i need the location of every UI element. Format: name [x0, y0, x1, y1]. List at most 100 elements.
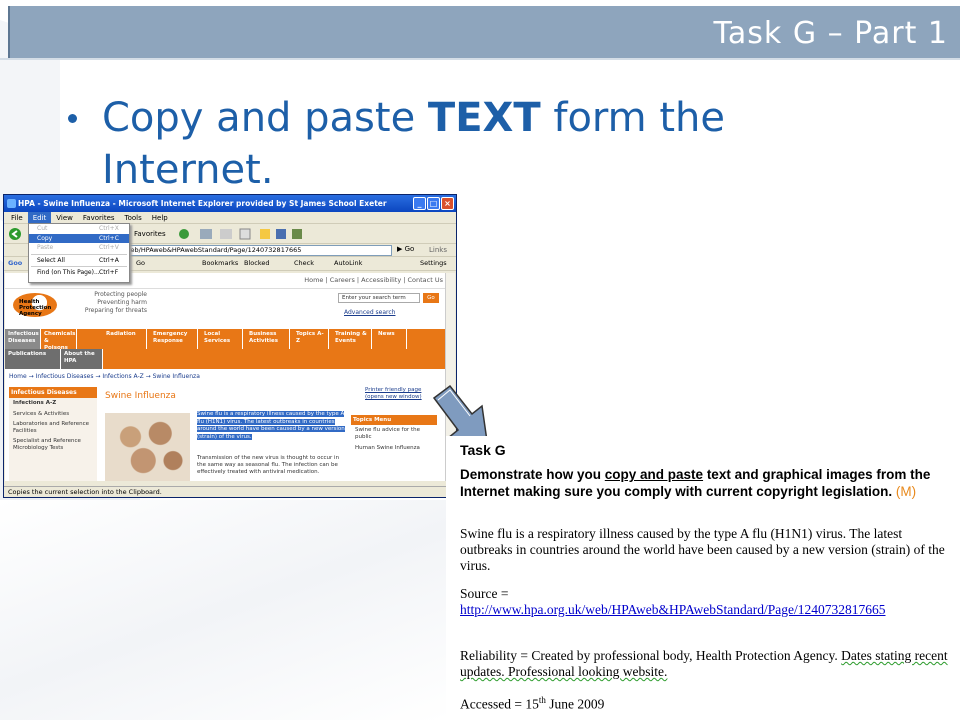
bullet-prefix: Copy and paste [102, 95, 428, 141]
nav-tab-business[interactable]: Business Activities [246, 329, 290, 349]
reliability-text: Reliability = Created by professional bo… [460, 648, 956, 680]
google-blocked[interactable]: Blocked [244, 259, 269, 267]
background-fade [0, 500, 446, 720]
menu-item-paste: Paste Ctrl+V [29, 243, 129, 253]
menu-item-cut: Cut Ctrl+X [29, 224, 129, 234]
accessed-prefix: Accessed = 15 [460, 696, 539, 712]
nav-tab-emergency[interactable]: Emergency Response [150, 329, 198, 349]
google-go[interactable]: Go [136, 259, 145, 267]
menu-item-copy[interactable]: Copy Ctrl+C [29, 233, 129, 243]
slide-title: Task G – Part 1 [713, 16, 948, 51]
menu-edit[interactable]: Edit [27, 212, 52, 223]
source-link[interactable]: http://www.hpa.org.uk/web/HPAweb&HPAwebS… [460, 602, 886, 617]
edit-dropdown-menu: Cut Ctrl+X Copy Ctrl+C Paste Ctrl+V Select … [28, 223, 130, 283]
menu-separator [31, 253, 127, 255]
hpa-right-column: Printer friendly page (opens new window)… [351, 387, 437, 454]
nav-tab-local[interactable]: Local Services [201, 329, 243, 349]
close-button[interactable]: × [441, 197, 454, 210]
paste-label: Paste [37, 244, 54, 251]
select-all-shortcut: Ctrl+A [99, 256, 119, 264]
bullet-text: Copy and paste TEXT form the Internet. [102, 92, 762, 196]
bullet-bold: TEXT [427, 95, 541, 141]
go-label: Go [404, 245, 415, 253]
title-bar-shadow [0, 58, 960, 60]
accessed-suffix: June 2009 [545, 696, 605, 712]
browser-window: HPA - Swine Influenza - Microsoft Intern… [3, 194, 457, 498]
google-check[interactable]: Check [294, 259, 314, 267]
bullet-dot [68, 114, 77, 123]
menu-item-select-all[interactable]: Select All Ctrl+A [29, 256, 129, 266]
links-label[interactable]: Links [429, 246, 447, 254]
nav-tab-topics[interactable]: Topics A-Z [293, 329, 329, 349]
minimize-button[interactable]: _ [413, 197, 426, 210]
marker-m: (M) [895, 484, 917, 499]
browser-status-bar: Copies the current selection into the Cl… [4, 486, 456, 497]
menu-view[interactable]: View [51, 212, 78, 223]
side-item-laboratories[interactable]: Laboratories and Reference Facilities [9, 419, 97, 436]
accessed-text: Accessed = 15th June 2009 [460, 692, 956, 713]
advanced-search-link[interactable]: Advanced search [344, 309, 395, 316]
google-bookmarks[interactable]: Bookmarks [202, 259, 238, 267]
copy-shortcut: Ctrl+C [99, 234, 119, 242]
back-icon[interactable] [8, 227, 22, 241]
maximize-button[interactable]: □ [427, 197, 440, 210]
nav-tab-radiation[interactable]: Radiation [103, 329, 147, 349]
copy-label: Copy [37, 234, 53, 242]
tagline-1: Protecting people [94, 291, 147, 298]
topics-item-human[interactable]: Human Swine Influenza [351, 443, 437, 454]
menu-tools[interactable]: Tools [120, 212, 147, 223]
nav-tab-training[interactable]: Training & Events [332, 329, 372, 349]
menu-item-find[interactable]: Find (on This Page)... Ctrl+F [29, 268, 129, 278]
hpa-search-go-button[interactable]: Go [423, 293, 439, 303]
browser-content: Home | Careers | Accessibility | Contact… [5, 273, 447, 481]
topics-item-advice[interactable]: Swine flu advice for the public [351, 425, 437, 443]
nav-tab-infectious[interactable]: Infectious Diseases [5, 329, 41, 349]
top-links[interactable]: Home | Careers | Accessibility | Contact… [304, 276, 443, 284]
instructions-before: Demonstrate how you [460, 467, 605, 482]
tagline-2: Preventing harm [97, 299, 147, 306]
favorites-label[interactable]: Favorites [134, 230, 166, 238]
side-item-services[interactable]: Services & Activities [9, 409, 97, 420]
side-item-infections[interactable]: Infections A-Z [9, 398, 97, 409]
select-all-label: Select All [37, 256, 65, 264]
hpa-side-menu: Infectious Diseases Infections A-Z Servi… [9, 387, 97, 481]
nav-tab-news[interactable]: News [375, 329, 407, 349]
menu-help[interactable]: Help [147, 212, 173, 223]
google-logo: Goo [8, 259, 23, 267]
menu-file[interactable]: File [6, 212, 28, 223]
document-instructions: Demonstrate how you copy and paste text … [460, 466, 956, 500]
paste-shortcut: Ctrl+V [99, 244, 119, 251]
menu-separator [31, 266, 127, 267]
menu-favorites[interactable]: Favorites [78, 212, 120, 223]
quoted-text: Swine flu is a respiratory illness cause… [460, 526, 945, 573]
virus-image [105, 413, 190, 481]
google-autolink[interactable]: AutoLink [334, 259, 362, 267]
hpa-body-text: Transmission of the new virus is thought… [197, 455, 340, 475]
browser-title-bar[interactable]: HPA - Swine Influenza - Microsoft Intern… [4, 195, 456, 212]
find-shortcut: Ctrl+F [99, 269, 119, 276]
side-item-microbiology[interactable]: Specialist and Reference Microbiology Te… [9, 436, 97, 453]
side-menu-heading[interactable]: Infectious Diseases [9, 387, 97, 398]
nav-tab-chemicals[interactable]: Chemicals & Poisons [41, 329, 77, 351]
source-block: Source = http://www.hpa.org.uk/web/HPAwe… [460, 586, 956, 618]
printer-friendly-link[interactable]: Printer friendly page (opens new window) [351, 387, 437, 401]
cut-shortcut: Ctrl+X [99, 225, 119, 232]
go-button[interactable]: ▶ Go [397, 245, 414, 253]
breadcrumb[interactable]: Home → Infectious Diseases → Infections … [9, 373, 200, 380]
cut-label: Cut [37, 225, 48, 232]
google-settings[interactable]: Settings [420, 259, 447, 267]
reliability-prefix: Reliability = Created by professional bo… [460, 648, 842, 663]
selected-text[interactable]: Swine flu is a respiratory illness cause… [197, 411, 345, 441]
selected-text-content: Swine flu is a respiratory illness cause… [197, 411, 345, 440]
ie-app-icon [7, 199, 16, 208]
tagline-3: Preparing for threats [84, 307, 147, 314]
accessed-sup: th [538, 695, 546, 705]
toolbar-icons [179, 228, 302, 240]
nav-tab-publications[interactable]: Publications [5, 349, 61, 369]
instructions-underlined: copy and paste [604, 467, 704, 482]
title-bar: Task G – Part 1 [8, 6, 960, 58]
source-label: Source = [460, 586, 509, 601]
find-label: Find (on This Page)... [37, 269, 100, 276]
hpa-search-input[interactable]: Enter your search term [338, 293, 420, 303]
nav-tab-about[interactable]: About the HPA [61, 349, 103, 369]
